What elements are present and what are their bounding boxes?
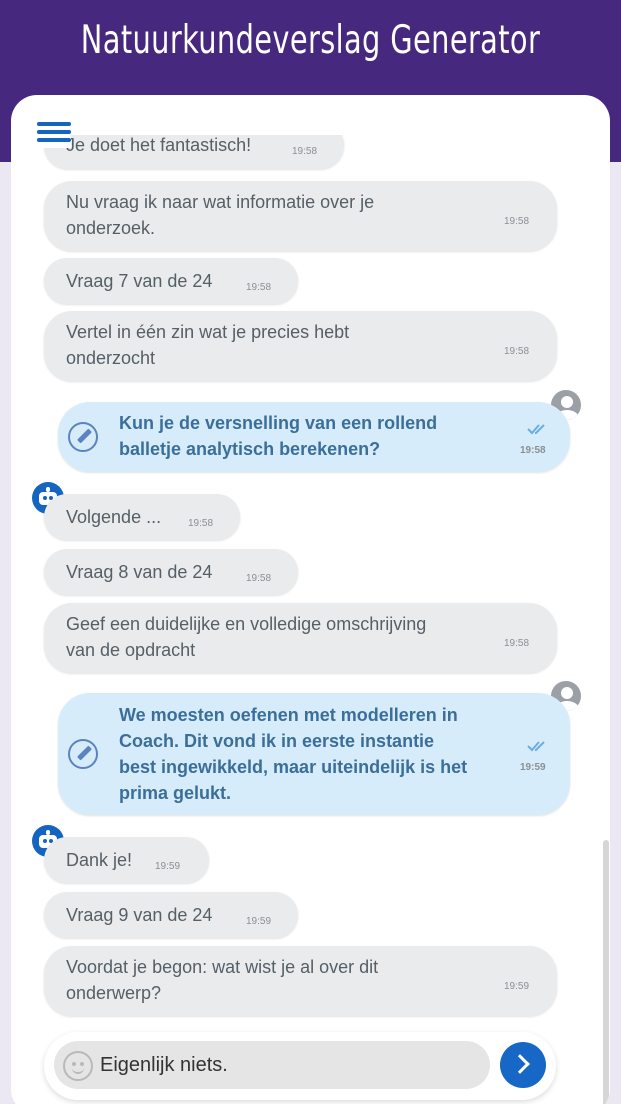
send-button[interactable] (500, 1042, 546, 1088)
bot-message: Nu vraag ik naar wat informatie over je … (44, 181, 557, 251)
bot-message: Vraag 9 van de 24 19:59 (44, 892, 298, 938)
message-text: Nu vraag ik naar wat informatie over je (66, 192, 375, 212)
pencil-icon[interactable] (68, 422, 98, 452)
chat-scrollbar[interactable] (603, 840, 609, 1104)
bot-message: Vertel in één zin wat je precies hebt on… (44, 311, 557, 381)
message-text: Vraag 8 van de 24 (66, 562, 213, 582)
bot-message: Vraag 8 van de 24 19:58 (44, 549, 298, 595)
message-text: Volgende ... (66, 507, 162, 527)
message-time: 19:58 (504, 638, 530, 649)
message-input-container (54, 1041, 490, 1089)
user-message: Kun je de versnelling van een rollend ba… (58, 402, 570, 472)
message-text: prima gelukt. (119, 783, 232, 803)
message-time: 19:58 (188, 518, 214, 529)
message-text: Kun je de versnelling van een rollend (119, 413, 438, 433)
chevron-right-icon (510, 1054, 530, 1074)
bot-message: Vraag 7 van de 24 19:58 (44, 258, 298, 304)
message-text: onderzoek. (66, 218, 156, 238)
smiley-icon[interactable] (63, 1051, 93, 1081)
message-composer (44, 1032, 556, 1100)
bot-message: Dank je! 19:59 (44, 837, 209, 883)
double-check-icon (527, 424, 545, 435)
message-text: Voordat je begon: wat wist je al over di… (66, 957, 379, 977)
message-text: van de opdracht (66, 640, 196, 660)
message-text: Je doet het fantastisch! (66, 135, 252, 155)
message-time: 19:58 (246, 573, 272, 584)
message-text: Vraag 7 van de 24 (66, 271, 213, 291)
message-time: 19:58 (292, 146, 318, 157)
message-text: onderwerp? (66, 983, 162, 1003)
chat-log[interactable]: Je doet het fantastisch! 19:58 Nu vraag … (11, 135, 610, 1025)
bot-message: Geef een duidelijke en volledige omschri… (44, 603, 557, 673)
bot-message: Volgende ... 19:58 (44, 494, 240, 540)
message-text: onderzocht (66, 348, 156, 368)
pencil-icon[interactable] (68, 739, 98, 769)
message-text: Geef een duidelijke en volledige omschri… (66, 614, 427, 634)
message-time: 19:59 (520, 762, 546, 773)
bot-message: Je doet het fantastisch! 19:58 (44, 135, 344, 169)
message-text: best ingewikkeld, maar uiteindelijk is h… (119, 757, 468, 777)
message-text: Coach. Dit vond ik in eerste instantie (119, 731, 435, 751)
message-time: 19:59 (246, 916, 272, 927)
message-text: Vraag 9 van de 24 (66, 905, 213, 925)
message-text: Vertel in één zin wat je precies hebt (66, 322, 350, 342)
bot-message: Voordat je begon: wat wist je al over di… (44, 946, 557, 1016)
message-text: balletje analytisch berekenen? (119, 439, 381, 459)
message-text: Dank je! (66, 850, 133, 870)
message-time: 19:58 (504, 216, 530, 227)
message-time: 19:59 (504, 981, 530, 992)
menu-icon[interactable] (37, 122, 71, 148)
message-text: We moesten oefenen met modelleren in (119, 705, 458, 725)
double-check-icon (527, 741, 545, 752)
message-time: 19:58 (246, 282, 272, 293)
chat-card: Je doet het fantastisch! 19:58 Nu vraag … (11, 95, 610, 1104)
message-time: 19:58 (520, 445, 546, 456)
message-time: 19:59 (155, 861, 181, 872)
message-time: 19:58 (504, 346, 530, 357)
user-message: We moesten oefenen met modelleren in Coa… (58, 693, 570, 815)
message-input[interactable] (100, 1049, 480, 1081)
app-title: Natuurkundeverslag Generator (80, 18, 541, 63)
